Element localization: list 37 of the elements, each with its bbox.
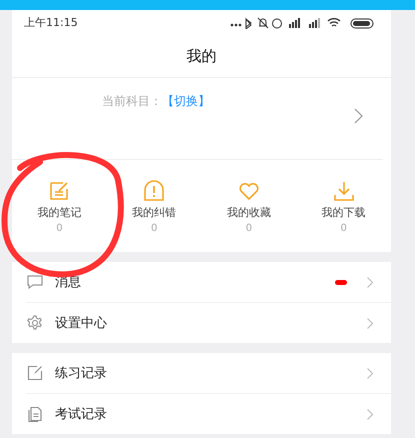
shortcut-count: 0	[246, 223, 252, 234]
menu-label: 练习记录	[55, 365, 107, 382]
menu-row[interactable]: 练习记录	[12, 353, 391, 393]
document-icon	[27, 406, 43, 422]
shortcut-count: 0	[340, 223, 347, 234]
menu-label: 设置中心	[55, 315, 107, 332]
warning-icon	[143, 180, 166, 202]
gear-icon	[27, 315, 43, 331]
subject-label: 当前科目：	[102, 93, 162, 110]
page-title: 我的	[186, 46, 216, 66]
chevron-icon	[367, 318, 373, 328]
shortcut-label[interactable]: 我的笔记	[37, 205, 82, 220]
menu-label: 考试记录	[55, 406, 107, 423]
muted-bell-icon	[258, 17, 268, 28]
download-icon	[332, 180, 355, 202]
shortcut-label[interactable]: 我的下载	[322, 205, 366, 220]
chat-icon	[27, 274, 43, 290]
shortcut-count: 0	[56, 223, 63, 234]
chevron-icon	[354, 108, 363, 124]
heart-icon	[238, 180, 260, 202]
shortcut-label[interactable]: 我的纠错	[132, 205, 176, 220]
chevron-icon	[367, 368, 373, 378]
edit-icon	[27, 365, 43, 381]
signal-icon	[309, 18, 320, 28]
shortcut-count: 0	[150, 223, 158, 234]
battery-icon	[350, 18, 374, 28]
chevron-icon	[367, 276, 373, 288]
menu-row[interactable]: 考试记录	[26, 393, 391, 434]
note-icon	[48, 180, 70, 202]
signal-icon	[289, 18, 300, 28]
wifi-icon	[327, 18, 341, 26]
more-icon	[230, 23, 242, 26]
shortcut-label[interactable]: 我的收藏	[226, 205, 271, 220]
status-time: 上午11:15	[24, 15, 78, 30]
menu-row[interactable]: 设置中心	[26, 302, 391, 343]
bluetooth-icon	[246, 18, 252, 28]
chevron-icon	[367, 408, 373, 420]
